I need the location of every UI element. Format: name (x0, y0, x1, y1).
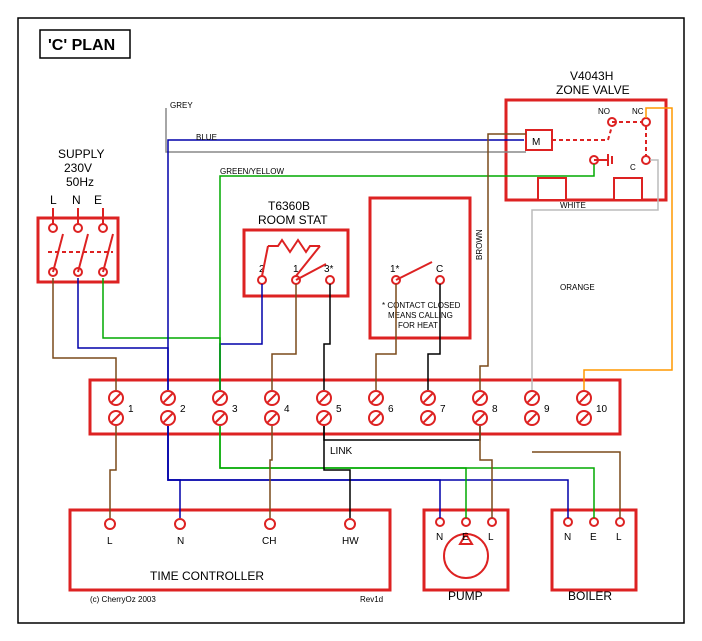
svg-text:HW: HW (342, 536, 359, 547)
svg-text:CH: CH (262, 536, 276, 547)
lbl-blue: BLUE (196, 133, 217, 142)
svg-text:E: E (462, 532, 469, 543)
svg-text:L: L (616, 532, 622, 543)
svg-text:1: 1 (128, 404, 134, 415)
svg-text:3: 3 (232, 404, 238, 415)
zone-c: C (630, 163, 636, 172)
svg-text:9: 9 (544, 404, 550, 415)
lbl-white: WHITE (560, 201, 586, 210)
svg-text:L: L (488, 532, 494, 543)
supply-l: L (50, 193, 57, 207)
lbl-grey: GREY (170, 101, 193, 110)
supply-label: SUPPLY (58, 147, 104, 161)
lbl-brown: BROWN (475, 229, 484, 260)
svg-text:8: 8 (492, 404, 498, 415)
cyl-t1: 1* (390, 264, 400, 275)
cyl-note3: FOR HEAT (398, 321, 438, 330)
svg-text:N: N (177, 536, 184, 547)
zone-m: M (532, 137, 540, 148)
zone-name: ZONE VALVE (556, 83, 630, 97)
zone-nc: NC (632, 107, 644, 116)
svg-text:4: 4 (284, 404, 290, 415)
footer-rev: Rev1d (360, 595, 383, 604)
supply-freq: 50Hz (66, 175, 94, 189)
cylinder-stat: 1* C * CONTACT CLOSED MEANS CALLING FOR … (370, 198, 470, 338)
lbl-orange: ORANGE (560, 283, 595, 292)
svg-text:2: 2 (180, 404, 186, 415)
boiler: BOILER N E L (552, 510, 636, 603)
roomstat-name: ROOM STAT (258, 213, 328, 227)
title-text: 'C' PLAN (48, 37, 115, 54)
footer-copy: (c) CherryOz 2003 (90, 595, 156, 604)
svg-text:5: 5 (336, 404, 342, 415)
cyl-tc: C (436, 264, 443, 275)
supply-n: N (72, 193, 81, 207)
rs-t3: 3* (324, 264, 334, 275)
cyl-note2: MEANS CALLING (388, 311, 453, 320)
svg-text:10: 10 (596, 404, 608, 415)
svg-text:N: N (436, 532, 443, 543)
svg-text:7: 7 (440, 404, 446, 415)
svg-text:N: N (564, 532, 571, 543)
svg-text:6: 6 (388, 404, 394, 415)
cyl-note1: * CONTACT CLOSED (382, 301, 461, 310)
zone-valve: M NO NC C (506, 100, 666, 200)
junction-box (90, 380, 620, 434)
pump-name: PUMP (448, 589, 483, 603)
zone-model: V4043H (570, 69, 613, 83)
svg-text:L: L (107, 536, 113, 547)
supply-switch (38, 208, 118, 282)
supply-voltage: 230V (64, 161, 92, 175)
svg-text:E: E (590, 532, 597, 543)
tc-name: TIME CONTROLLER (150, 569, 264, 583)
boiler-name: BOILER (568, 589, 612, 603)
zone-no: NO (598, 107, 610, 116)
time-controller: TIME CONTROLLER L N CH HW (70, 510, 390, 590)
pump: PUMP N E L (424, 510, 508, 603)
link-label: LINK (330, 446, 353, 457)
supply-e: E (94, 193, 102, 207)
lbl-gy: GREEN/YELLOW (220, 167, 284, 176)
roomstat-model: T6360B (268, 199, 310, 213)
